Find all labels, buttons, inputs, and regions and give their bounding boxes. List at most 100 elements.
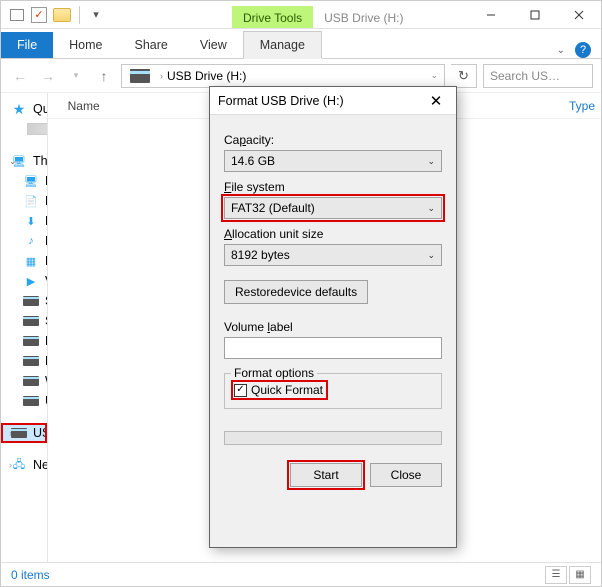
dialog-titlebar: Format USB Drive (H:) ✕ [210,87,456,115]
pictures-icon: ▦ [23,254,39,268]
maximize-button[interactable] [513,1,557,28]
sidebar-item-usb-h[interactable]: USB Drive (H:) [1,391,47,411]
checkbox-icon: ✓ [234,384,247,397]
breadcrumb-path[interactable]: USB Drive (H:) [167,69,246,83]
allocation-select[interactable]: 8192 bytes ⌄ [224,244,442,266]
close-button-dialog[interactable]: Close [370,463,442,487]
sidebar-item-system-c[interactable]: System (C:) [1,291,47,311]
address-dropdown-icon[interactable]: ⌄ [426,70,442,81]
tab-manage[interactable]: Manage [243,31,322,59]
desktop-icon: 🖥 [23,174,39,188]
network-icon: 🖧 [11,458,27,472]
address-bar[interactable]: › USB Drive (H:) ⌄ [121,64,445,88]
star-icon: ★ [11,102,27,116]
dropdown-arrow-icon: ⌄ [427,250,435,261]
start-button[interactable]: Start [290,463,362,487]
status-bar: 0 items ☰ ▦ [1,562,601,586]
tab-view[interactable]: View [184,32,243,58]
back-button[interactable]: ← [9,65,31,87]
sidebar-item-local-f[interactable]: Local Disk (F:) [1,351,47,371]
sidebar-item-documents[interactable]: 📄Documents [1,191,47,211]
sidebar-network[interactable]: › 🖧 Network [1,455,47,475]
drive-icon [130,69,150,83]
folder-icon [53,8,71,22]
quick-format-checkbox[interactable]: ✓ Quick Format [233,382,326,398]
volume-label-label: Volume label [224,320,442,334]
drive-icon [23,356,39,366]
format-progress-bar [224,431,442,445]
search-placeholder: Search US… [490,69,560,83]
qat-divider [79,6,80,24]
ribbon-tabs: File Home Share View Manage ⌄ ? [1,29,601,59]
filesystem-value: FAT32 (Default) [231,201,315,215]
navigation-pane: ★ Quick access ⌄ 🖥 This PC 🖥Desktop 📄Doc… [1,93,48,562]
sidebar-item-software-d[interactable]: Software (D:) [1,311,47,331]
close-button[interactable] [557,1,601,28]
tab-home[interactable]: Home [53,32,118,58]
filesystem-label: File system [224,180,442,194]
format-options-legend: Format options [231,366,317,380]
qat-dropdown-icon[interactable]: ▾ [88,7,104,23]
drive-icon [11,428,27,438]
downloads-icon: ⬇ [23,214,39,228]
checkbox-qat-icon[interactable]: ✓ [31,7,47,23]
column-type[interactable]: Type [563,99,601,113]
sidebar-label: Network [33,458,48,472]
refresh-button[interactable]: ↻ [451,64,477,88]
sidebar-item-documents-e[interactable]: Documents (E:) [1,331,47,351]
up-button[interactable]: ↑ [93,65,115,87]
help-icon[interactable]: ? [575,42,591,58]
drive-icon [23,396,39,406]
sidebar-item-music[interactable]: ♪Music [1,231,47,251]
sidebar-this-pc[interactable]: ⌄ 🖥 This PC [1,151,47,171]
quick-access-toolbar: ✓ ▾ [1,1,112,28]
dialog-title: Format USB Drive (H:) [218,94,424,108]
app-icon [9,7,25,23]
sidebar-label: Quick access [33,102,48,116]
search-input[interactable]: Search US… [483,64,593,88]
sidebar-item-videos[interactable]: ▶Videos [1,271,47,291]
sidebar-item-pictures[interactable]: ▦Pictures [1,251,47,271]
allocation-label: Allocation unit size [224,227,442,241]
caret-icon[interactable]: › [9,460,12,470]
sidebar-item-downloads[interactable]: ⬇Downloads [1,211,47,231]
forward-button[interactable]: → [37,65,59,87]
capacity-value: 14.6 GB [231,154,275,168]
view-details-button[interactable]: ☰ [545,566,567,584]
sidebar-label: This PC [33,154,48,168]
capacity-label: Capacity: [224,133,442,147]
status-item-count: 0 items [11,568,50,582]
breadcrumb-chevron-icon[interactable]: › [156,71,167,81]
drive-icon [23,296,39,306]
minimize-button[interactable] [469,1,513,28]
format-dialog: Format USB Drive (H:) ✕ Capacity: 14.6 G… [209,86,457,548]
dialog-close-button[interactable]: ✕ [424,92,448,110]
tab-share[interactable]: Share [119,32,184,58]
filesystem-select[interactable]: FAT32 (Default) ⌄ [224,197,442,219]
window-title: USB Drive (H:) [313,6,414,28]
sidebar-label: USB Drive (H:) [33,426,48,440]
allocation-value: 8192 bytes [231,248,290,262]
contextual-tab-drive-tools[interactable]: Drive Tools [232,6,313,28]
sidebar-usb-drive-root[interactable]: › USB Drive (H:) [1,423,47,443]
ribbon-collapse-icon[interactable]: ⌄ [557,45,565,56]
caret-icon[interactable]: ⌄ [9,156,17,167]
quick-format-label: Quick Format [251,383,323,397]
window-titlebar: ✓ ▾ Drive Tools USB Drive (H:) [1,1,601,29]
sidebar-quick-access[interactable]: ★ Quick access [1,99,47,119]
capacity-select[interactable]: 14.6 GB ⌄ [224,150,442,172]
restore-defaults-button[interactable]: Restore device defaults [224,280,368,304]
dropdown-arrow-icon: ⌄ [427,203,435,214]
drive-icon [23,376,39,386]
sidebar-item-work-g[interactable]: Work (G:) [1,371,47,391]
tab-file[interactable]: File [1,32,53,58]
sidebar-item-desktop[interactable]: 🖥Desktop [1,171,47,191]
recent-locations-icon[interactable]: ▾ [65,65,87,87]
dropdown-arrow-icon: ⌄ [427,156,435,167]
music-icon: ♪ [23,234,39,248]
sidebar-thumbnail [27,123,48,135]
column-name[interactable]: Name [62,99,106,113]
view-icons-button[interactable]: ▦ [569,566,591,584]
videos-icon: ▶ [23,274,39,288]
volume-label-input[interactable] [224,337,442,359]
